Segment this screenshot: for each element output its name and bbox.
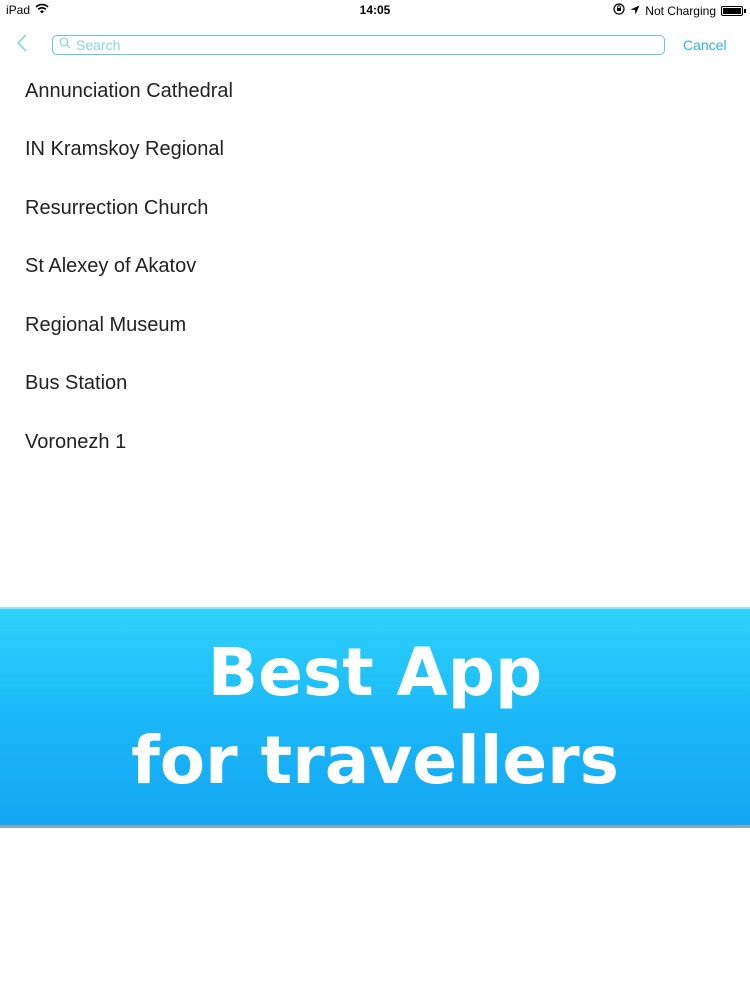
list-item-label: Bus Station <box>25 372 128 395</box>
promo-subheadline: for travellers <box>131 722 619 799</box>
search-input[interactable] <box>76 37 636 53</box>
promo-headline: Best App <box>207 634 543 711</box>
list-item-label: Voronezh 1 <box>25 430 127 453</box>
list-item-label: Regional Museum <box>25 313 187 336</box>
search-icon <box>59 36 71 54</box>
back-button[interactable] <box>12 32 32 58</box>
cancel-button[interactable]: Cancel <box>683 37 727 53</box>
list-item[interactable]: Regional Museum <box>0 296 750 355</box>
search-field[interactable] <box>52 35 665 55</box>
list-item[interactable]: Bus Station <box>0 355 750 414</box>
list-item-label: St Alexey of Akatov <box>25 255 197 278</box>
list-item[interactable]: St Alexey of Akatov <box>0 238 750 297</box>
status-right: Not Charging <box>613 3 746 18</box>
search-bar: Cancel <box>0 30 750 60</box>
list-item-label: Resurrection Church <box>25 196 209 219</box>
list-item[interactable]: Annunciation Cathedral <box>0 62 750 121</box>
list-item-label: Annunciation Cathedral <box>25 79 233 102</box>
results-list: Annunciation Cathedral IN Kramskoy Regio… <box>0 62 750 472</box>
list-item-label: IN Kramskoy Regional <box>25 138 224 161</box>
status-bar: iPad 14:05 Not Charging <box>0 0 750 22</box>
list-item[interactable]: Voronezh 1 <box>0 413 750 472</box>
orientation-lock-icon <box>613 3 625 18</box>
battery-icon <box>721 5 746 16</box>
list-item[interactable]: IN Kramskoy Regional <box>0 121 750 180</box>
charging-status: Not Charging <box>645 3 716 18</box>
list-item[interactable]: Resurrection Church <box>0 179 750 238</box>
back-chevron-icon <box>16 33 28 58</box>
promo-banner: Best App for travellers <box>0 607 750 828</box>
app-screen: iPad 14:05 Not Charging Search Cancel An… <box>0 0 750 1000</box>
location-arrow-icon <box>630 4 640 18</box>
